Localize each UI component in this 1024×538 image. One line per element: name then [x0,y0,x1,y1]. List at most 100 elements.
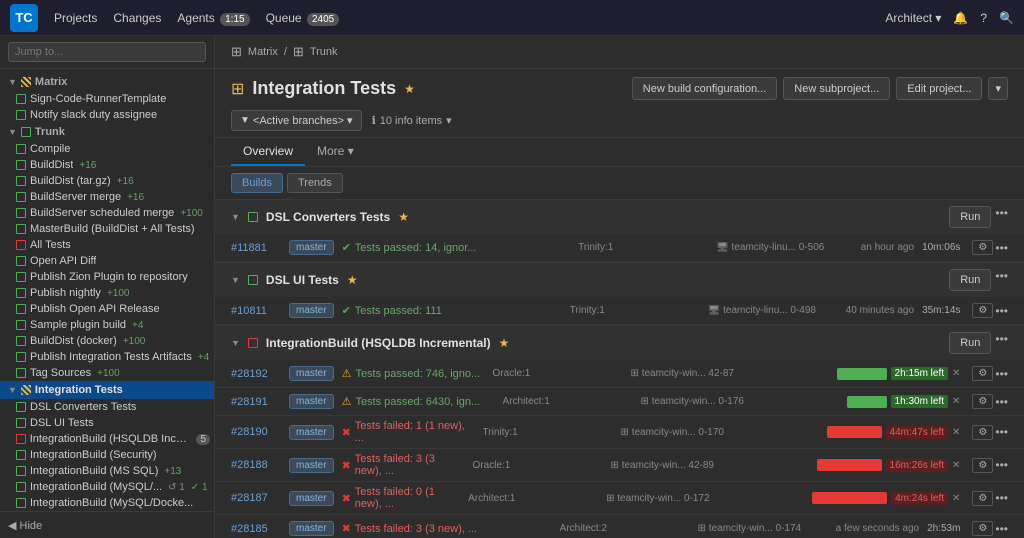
search-input[interactable] [8,42,206,62]
sidebar-item-mysql[interactable]: IntegrationBuild (MySQL/... ↺ 1 ✓ 1 [0,479,214,495]
nav-changes[interactable]: Changes [113,11,161,25]
app-logo[interactable]: TC [10,4,38,32]
sidebar-item-sample-plugin[interactable]: Sample plugin build +4 [0,317,214,333]
branch-badge[interactable]: master [289,458,334,473]
breadcrumb-trunk[interactable]: Trunk [310,46,338,58]
cancel-icon[interactable]: ✕ [952,460,960,471]
branch-badge[interactable]: master [289,240,334,255]
sidebar-item-compile[interactable]: Compile [0,141,214,157]
sidebar-item-builddist-docker[interactable]: BuildDist (docker) +100 [0,333,214,349]
more-dots[interactable]: ••• [995,491,1008,505]
group-star-icon[interactable]: ★ [398,210,409,224]
action-btn[interactable]: ⚙ [972,366,993,381]
sidebar-item-all-tests[interactable]: All Tests [0,237,214,253]
more-dots[interactable]: ••• [995,269,1008,291]
action-btn[interactable]: ⚙ [972,458,993,473]
subtab-trends[interactable]: Trends [287,173,343,193]
sidebar-item-openapi[interactable]: Open API Diff [0,253,214,269]
build-number[interactable]: #11881 [231,242,281,254]
tab-more[interactable]: More ▾ [305,138,366,166]
nav-search[interactable]: 🔍 [999,11,1014,25]
sidebar-item-masterbuild[interactable]: MasterBuild (BuildDist + All Tests) [0,221,214,237]
action-btn[interactable]: ⚙ [972,521,993,536]
sidebar-item-dsl-ui[interactable]: DSL UI Tests [0,415,214,431]
hide-sidebar-btn[interactable]: ◀ Hide [8,520,42,532]
cancel-icon[interactable]: ✕ [952,368,960,379]
more-dots[interactable]: ••• [995,241,1008,255]
cancel-icon[interactable]: ✕ [952,427,960,438]
sidebar-group-integration-tests[interactable]: ▼ Integration Tests [0,381,214,399]
sidebar-item-buildserver-merge[interactable]: BuildServer merge +16 [0,189,214,205]
build-number[interactable]: #28187 [231,492,281,504]
build-number[interactable]: #10811 [231,305,281,317]
run-button[interactable]: Run [949,332,991,354]
action-btn[interactable]: ⚙ [972,394,993,409]
more-dots[interactable]: ••• [995,522,1008,536]
group-star-icon[interactable]: ★ [499,336,510,350]
breadcrumb-matrix[interactable]: Matrix [248,46,278,58]
sidebar-item-mysql-docker[interactable]: IntegrationBuild (MySQL/Docke... [0,495,214,511]
build-group-header[interactable]: ▼ DSL UI Tests ★ Run ••• [215,263,1024,297]
sidebar-item-notify-slack[interactable]: Notify slack duty assignee [0,107,214,123]
cancel-icon[interactable]: ✕ [952,396,960,407]
more-dots[interactable]: ••• [995,304,1008,318]
branch-badge[interactable]: master [289,303,334,318]
sidebar-item-dsl-converters[interactable]: DSL Converters Tests [0,399,214,415]
build-number[interactable]: #28192 [231,368,281,380]
action-btn[interactable]: ⚙ [972,303,993,318]
run-button[interactable]: Run [949,269,991,291]
sidebar-item-sign-code[interactable]: Sign-Code-RunnerTemplate [0,91,214,107]
sidebar-item-publish-artifacts[interactable]: Publish Integration Tests Artifacts +4 [0,349,214,365]
info-items[interactable]: ℹ 10 info items ▾ [372,114,452,127]
sidebar-item-security[interactable]: IntegrationBuild (Security) [0,447,214,463]
action-btn[interactable]: ⚙ [972,425,993,440]
edit-project-button[interactable]: Edit project... [896,77,982,100]
branch-badge[interactable]: master [289,521,334,536]
build-number[interactable]: #28188 [231,459,281,471]
group-star-icon[interactable]: ★ [347,273,358,287]
favorite-star-icon[interactable]: ★ [404,82,415,96]
branch-badge[interactable]: master [289,394,334,409]
nav-user[interactable]: Architect ▾ [885,11,941,25]
build-number[interactable]: #28191 [231,396,281,408]
new-build-config-button[interactable]: New build configuration... [632,77,778,100]
sidebar-item-publish-zion[interactable]: Publish Zion Plugin to repository [0,269,214,285]
more-dots[interactable]: ••• [995,206,1008,228]
branch-badge[interactable]: master [289,366,334,381]
branch-badge[interactable]: master [289,491,334,506]
nav-help[interactable]: ? [980,11,987,25]
sidebar-group-trunk[interactable]: ▼ Trunk [0,123,214,141]
build-group-header[interactable]: ▼ IntegrationBuild (HSQLDB Incremental) … [215,326,1024,360]
sidebar-item-publish-openapi[interactable]: Publish Open API Release [0,301,214,317]
build-group-header[interactable]: ▼ DSL Converters Tests ★ Run ••• [215,200,1024,234]
nav-queue[interactable]: Queue 2405 [266,11,340,25]
sidebar-item-mssql[interactable]: IntegrationBuild (MS SQL) +13 [0,463,214,479]
run-button[interactable]: Run [949,206,991,228]
more-dots[interactable]: ••• [995,367,1008,381]
build-number[interactable]: #28185 [231,523,281,535]
more-dots[interactable]: ••• [995,395,1008,409]
sidebar-item-builddist[interactable]: BuildDist +16 [0,157,214,173]
build-number[interactable]: #28190 [231,426,281,438]
more-dots[interactable]: ••• [995,458,1008,472]
sidebar-item-tag-sources[interactable]: Tag Sources +100 [0,365,214,381]
more-dots[interactable]: ••• [995,425,1008,439]
nav-agents[interactable]: Agents 1:15 [177,11,249,25]
nav-projects[interactable]: Projects [54,11,97,25]
sidebar-item-hsqldb[interactable]: IntegrationBuild (HSQLDB Incre... 5 [0,431,214,447]
action-btn[interactable]: ⚙ [972,240,993,255]
more-options-button[interactable]: ▾ [988,77,1008,100]
sidebar-item-builddist-tgz[interactable]: BuildDist (tar.gz) +16 [0,173,214,189]
sidebar-item-buildserver-sched[interactable]: BuildServer scheduled merge +100 [0,205,214,221]
sidebar-group-matrix[interactable]: ▼ Matrix [0,73,214,91]
tab-overview[interactable]: Overview [231,138,305,166]
subtab-builds[interactable]: Builds [231,173,283,193]
action-btn[interactable]: ⚙ [972,491,993,506]
sidebar-item-publish-nightly[interactable]: Publish nightly +100 [0,285,214,301]
branch-filter[interactable]: ▼ <Active branches> ▾ [231,110,362,131]
new-subproject-button[interactable]: New subproject... [783,77,890,100]
branch-badge[interactable]: master [289,425,334,440]
nav-bell[interactable]: 🔔 [953,11,968,25]
more-dots[interactable]: ••• [995,332,1008,354]
cancel-icon[interactable]: ✕ [952,493,960,504]
